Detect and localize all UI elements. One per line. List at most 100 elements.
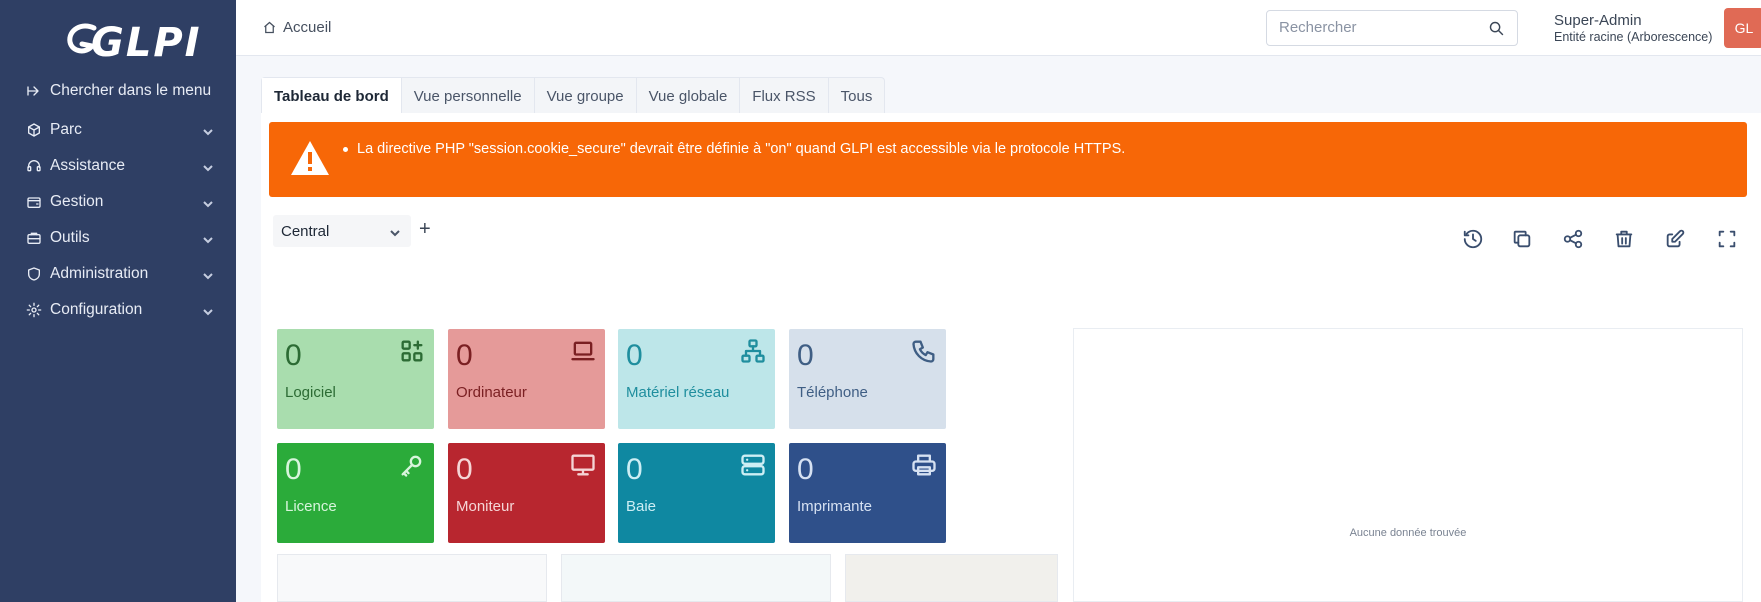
network-icon <box>739 337 767 370</box>
search-menu-label: Chercher dans le menu <box>50 82 212 99</box>
alert-message: La directive PHP "session.cookie_secure"… <box>343 141 1125 157</box>
dashboard-select[interactable]: Central <box>273 215 411 247</box>
card-value: 0 <box>285 339 302 372</box>
tab-vue-groupe[interactable]: Vue groupe <box>535 78 637 114</box>
history-icon <box>1463 229 1483 249</box>
search-menu-link[interactable]: Chercher dans le menu <box>0 75 236 107</box>
global-search[interactable] <box>1266 10 1518 46</box>
card-baie[interactable]: 0 Baie <box>618 443 775 543</box>
dashboard-select-value: Central <box>281 222 330 240</box>
history-button[interactable] <box>1460 226 1486 252</box>
briefcase-icon <box>24 228 44 248</box>
sidebar-item-label: Outils <box>50 229 90 246</box>
sidebar-item-outils[interactable]: Outils <box>0 222 236 254</box>
sidebar-item-label: Configuration <box>50 301 143 318</box>
sidebar-item-label: Gestion <box>50 193 104 210</box>
home-icon <box>264 21 275 34</box>
sidebar-item-label: Administration <box>50 265 149 282</box>
fullscreen-icon <box>1718 230 1736 248</box>
laptop-icon <box>569 337 597 370</box>
card-value: 0 <box>626 453 643 486</box>
card-label: Imprimante <box>797 498 873 515</box>
card-value: 0 <box>797 453 814 486</box>
user-entity[interactable]: Entité racine (Arborescence) <box>1554 30 1712 44</box>
chevron-down-icon <box>202 197 214 215</box>
widget-card <box>845 554 1058 602</box>
chevron-down-icon <box>202 161 214 179</box>
chevron-down-icon <box>202 233 214 251</box>
card-moniteur[interactable]: 0 Moniteur <box>448 443 605 543</box>
bullet-icon <box>343 146 348 152</box>
top-header: Accueil Super-Admin Entité racine (Arbor… <box>236 0 1761 56</box>
breadcrumb[interactable]: Accueil <box>262 19 331 36</box>
tab-tableau-de-bord[interactable]: Tableau de bord <box>262 78 402 114</box>
chevron-down-icon <box>202 269 214 287</box>
sidebar-item-administration[interactable]: Administration <box>0 258 236 290</box>
copy-icon <box>1513 230 1531 248</box>
shield-icon <box>24 264 44 284</box>
card-label: Téléphone <box>797 384 868 401</box>
phone-icon <box>910 337 938 370</box>
widget-card <box>561 554 831 602</box>
chart-widget: Aucune donnée trouvée <box>1073 328 1743 602</box>
search-icon[interactable] <box>1488 20 1505 42</box>
search-input[interactable] <box>1279 19 1479 36</box>
tab-flux-rss[interactable]: Flux RSS <box>740 78 829 114</box>
chevron-down-icon <box>202 305 214 323</box>
card-value: 0 <box>456 339 473 372</box>
empty-chart-text: Aucune donnée trouvée <box>1349 527 1467 539</box>
sidebar-item-gestion[interactable]: Gestion <box>0 186 236 218</box>
alert-text: La directive PHP "session.cookie_secure"… <box>357 141 1126 157</box>
card-value: 0 <box>285 453 302 486</box>
clone-button[interactable] <box>1509 226 1535 252</box>
card-logiciel[interactable]: 0 Logiciel <box>277 329 434 429</box>
card-label: Moniteur <box>456 498 515 515</box>
card-ordinateur[interactable]: 0 Ordinateur <box>448 329 605 429</box>
card-telephone[interactable]: 0 Téléphone <box>789 329 946 429</box>
card-value: 0 <box>626 339 643 372</box>
card-licence[interactable]: 0 Licence <box>277 443 434 543</box>
sidebar: GLPI Chercher dans le menu Parc Assistan… <box>0 0 236 602</box>
gear-icon <box>24 300 44 320</box>
card-label: Logiciel <box>285 384 336 401</box>
card-label: Matériel réseau <box>626 384 730 401</box>
card-imprimante[interactable]: 0 Imprimante <box>789 443 946 543</box>
printer-icon <box>910 451 938 484</box>
warning-alert: La directive PHP "session.cookie_secure"… <box>269 122 1747 197</box>
share-icon <box>1563 229 1583 249</box>
apps-icon <box>398 337 426 370</box>
server-icon <box>739 451 767 484</box>
fullscreen-button[interactable] <box>1714 226 1740 252</box>
card-value: 0 <box>797 339 814 372</box>
glpi-logo[interactable]: GLPI <box>64 14 200 66</box>
edit-icon <box>1666 229 1685 248</box>
user-name[interactable]: Super-Admin <box>1554 12 1642 29</box>
arrow-right-icon <box>24 81 44 101</box>
sidebar-item-configuration[interactable]: Configuration <box>0 294 236 326</box>
widget-card <box>277 554 547 602</box>
add-dashboard-button[interactable]: + <box>419 219 437 239</box>
share-button[interactable] <box>1560 226 1586 252</box>
key-icon <box>398 451 426 484</box>
logo-text: GLPI <box>91 20 202 66</box>
delete-button[interactable] <box>1611 226 1637 252</box>
card-materiel-reseau[interactable]: 0 Matériel réseau <box>618 329 775 429</box>
wallet-icon <box>24 192 44 212</box>
card-value: 0 <box>456 453 473 486</box>
sidebar-item-parc[interactable]: Parc <box>0 114 236 146</box>
trash-icon <box>1615 230 1633 248</box>
tab-vue-globale[interactable]: Vue globale <box>637 78 741 114</box>
warning-icon <box>289 139 331 182</box>
sidebar-item-label: Parc <box>50 121 82 138</box>
chevron-down-icon <box>389 226 401 243</box>
breadcrumb-home[interactable]: Accueil <box>283 19 331 36</box>
card-label: Licence <box>285 498 337 515</box>
tab-vue-personnelle[interactable]: Vue personnelle <box>402 78 535 114</box>
card-label: Baie <box>626 498 657 515</box>
edit-button[interactable] <box>1662 226 1688 252</box>
card-label: Ordinateur <box>456 384 527 401</box>
chevron-down-icon <box>202 125 214 143</box>
avatar[interactable]: GL <box>1724 8 1761 48</box>
sidebar-item-assistance[interactable]: Assistance <box>0 150 236 182</box>
tab-tous[interactable]: Tous <box>829 78 885 114</box>
